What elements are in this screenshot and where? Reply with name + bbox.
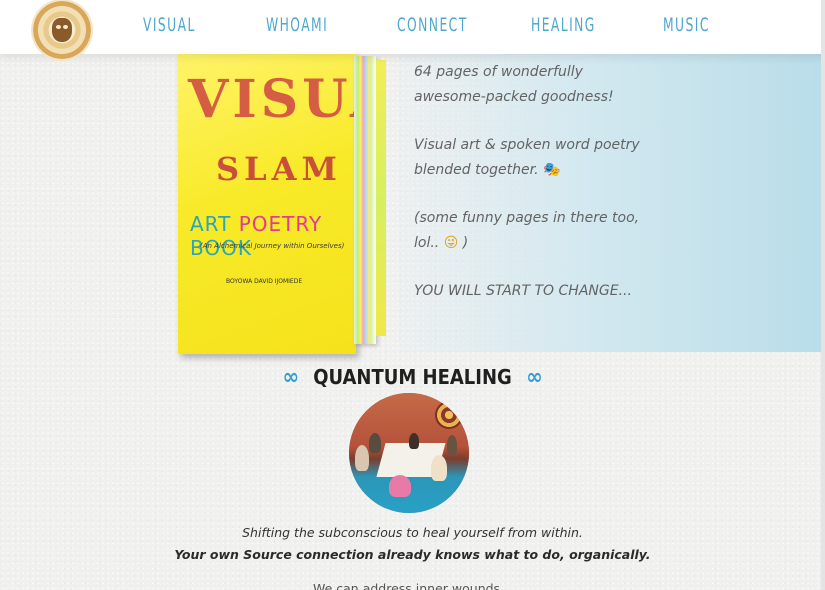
cover-title-visual: VISUAL — [188, 69, 356, 130]
promo-line-blend: Visual art & spoken word poetry blended … — [414, 133, 654, 182]
nav-item-music[interactable]: MUSIC — [663, 14, 710, 36]
photo-mandala — [435, 401, 463, 429]
infinity-icon: ∞ — [282, 365, 299, 390]
section-title-quantum-healing: ∞ QUANTUM HEALING ∞ — [0, 365, 825, 390]
promo-line-blend-text: Visual art & spoken word poetry blended … — [414, 137, 640, 178]
photo-person — [355, 445, 369, 471]
book-back-edge — [376, 60, 386, 336]
cover-tagline: (An Alchemical Journey within Ourselves) — [200, 242, 345, 250]
theater-masks-icon: 🎭 — [543, 161, 561, 178]
promo-line-funny-end: ) — [462, 234, 469, 251]
nav-item-healing[interactable]: HEALING — [531, 14, 596, 36]
healing-caption: Shifting the subconscious to heal yourse… — [0, 522, 825, 590]
cover-subtitle-poetry: POETRY — [238, 212, 323, 236]
cover-title-slam: SLAM — [216, 150, 342, 188]
promo-line-change: YOU WILL START TO CHANGE... — [414, 283, 632, 299]
book-promo-text: 64 pages of wonderfully awesome-packed g… — [414, 60, 654, 328]
page-scrollbar[interactable] — [821, 0, 825, 590]
cover-subtitle-art: ART — [190, 212, 232, 236]
caption-line-3: We can address inner wounds... — [312, 581, 512, 590]
photo-person — [447, 435, 457, 455]
book-cover: VISUAL SLAM ART POETRY BOOK (An Alchemic… — [178, 54, 356, 354]
caption-line-2: Your own Source connection already knows… — [174, 547, 651, 562]
cover-author: BOYOWA DAVID IJOMIEDE — [226, 278, 303, 285]
site-logo[interactable] — [33, 1, 91, 59]
mask-emblem-icon — [52, 18, 72, 42]
section-title-text: QUANTUM HEALING — [313, 365, 512, 389]
infinity-icon: ∞ — [526, 365, 543, 390]
nav-item-connect[interactable]: CONNECT — [397, 14, 468, 36]
nav-item-whoami[interactable]: WHOAMI — [266, 14, 328, 36]
photo-person — [431, 455, 447, 481]
cover-subtitle: ART POETRY BOOK — [190, 212, 356, 260]
photo-person — [389, 475, 411, 497]
photo-person — [369, 433, 381, 453]
healing-circle-photo — [349, 393, 469, 513]
book-spine — [354, 56, 376, 344]
top-navbar: VISUAL WHOAMI CONNECT HEALING MUSIC — [0, 0, 825, 59]
promo-line-pages: 64 pages of wonderfully awesome-packed g… — [414, 64, 614, 105]
caption-line-1: Shifting the subconscious to heal yourse… — [242, 525, 583, 540]
promo-line-funny: (some funny pages in there too, lol.. 😜 … — [414, 206, 654, 255]
book-image[interactable]: VISUAL SLAM ART POETRY BOOK (An Alchemic… — [178, 54, 398, 354]
photo-person — [409, 433, 419, 449]
nav-item-visual[interactable]: VISUAL — [143, 14, 196, 36]
winking-tongue-face-icon: 😜 — [443, 234, 459, 251]
